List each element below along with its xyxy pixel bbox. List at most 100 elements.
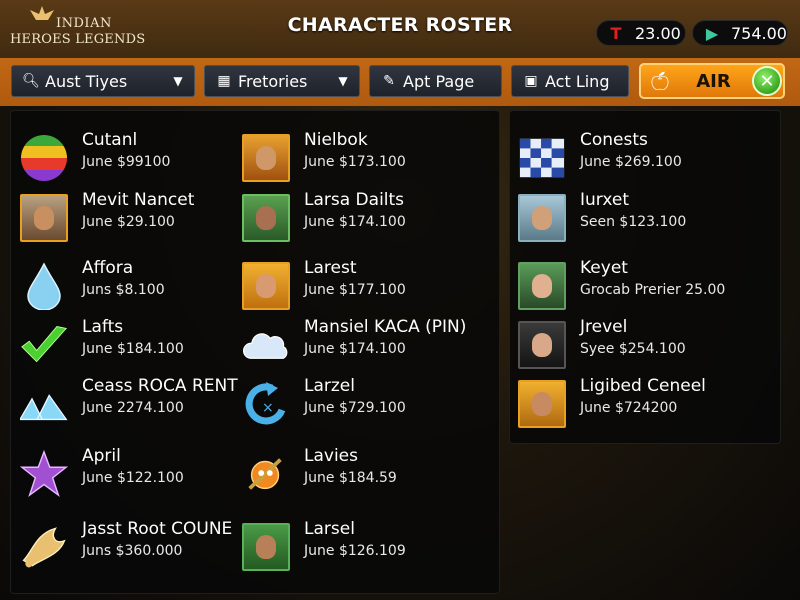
- act-ling-button[interactable]: ▣ Act Ling: [511, 65, 629, 97]
- hero-portrait: [518, 194, 566, 242]
- checkmark-icon: [20, 321, 68, 369]
- character-price: June $724200: [580, 400, 678, 416]
- character-name: Lavies: [304, 446, 358, 466]
- character-price: June $126.109: [304, 543, 406, 559]
- character-name: Larsel: [304, 519, 355, 539]
- apple-icon: 🍏︎: [648, 70, 672, 92]
- character-price: June $29.100: [82, 214, 175, 230]
- character-name: Affora: [82, 258, 134, 278]
- svg-text:×: ×: [262, 400, 274, 416]
- character-price: Juns $8.100: [82, 282, 165, 298]
- character-price: June $184.100: [82, 341, 184, 357]
- character-name: Mevit Nancet: [82, 190, 195, 210]
- air-label: AIR: [696, 70, 731, 92]
- character-price: June $99100: [82, 154, 171, 170]
- hero-portrait: [518, 262, 566, 310]
- filter-label: Act Ling: [545, 71, 610, 91]
- filter-dropdown-factories[interactable]: ▦ Fretories ▼: [204, 65, 360, 97]
- currency-value: 23.00: [635, 23, 681, 43]
- currency-coins[interactable]: T 23.00: [596, 20, 686, 46]
- roster-item[interactable]: Cutanl June $99100: [20, 130, 260, 184]
- filter-label: Fretories: [238, 71, 308, 91]
- creature-icon: [242, 450, 290, 498]
- roster-item[interactable]: × Larzel June $729.100: [242, 376, 482, 430]
- character-name: Larzel: [304, 376, 355, 396]
- character-name: Jrevel: [580, 317, 628, 337]
- character-price: June $173.100: [304, 154, 406, 170]
- checkered-flag-icon: [518, 134, 566, 182]
- character-price: June $174.100: [304, 214, 406, 230]
- character-price: June $729.100: [304, 400, 406, 416]
- hero-portrait: [20, 194, 68, 242]
- character-price: June $269.100: [580, 154, 682, 170]
- roster-item[interactable]: Mansiel KACA (PIN) June $174.100: [242, 317, 482, 371]
- roster-item[interactable]: Lafts June $184.100: [20, 317, 260, 371]
- water-drop-icon: [20, 262, 68, 310]
- character-price: Seen $123.100: [580, 214, 687, 230]
- roster-item[interactable]: Jrevel Syee $254.100: [518, 317, 758, 371]
- character-price: June 2274.100: [82, 400, 184, 416]
- search-icon: 🔍︎: [22, 73, 40, 89]
- play-gem-icon: ▶: [705, 23, 719, 43]
- filter-label: Apt Page: [403, 71, 475, 91]
- character-price: June $122.100: [82, 470, 184, 486]
- roster-item[interactable]: Jasst Root COUNE Juns $360.000: [20, 519, 260, 573]
- character-name: April: [82, 446, 121, 466]
- character-price: June $174.100: [304, 341, 406, 357]
- character-price: June $184.59: [304, 470, 397, 486]
- cloud-icon: [242, 321, 290, 369]
- character-name: Ceass ROCA RENT: [82, 376, 238, 396]
- character-price: Syee $254.100: [580, 341, 686, 357]
- hero-portrait: [242, 523, 290, 571]
- character-price: Grocab Prerier 25.00: [580, 282, 726, 298]
- mountains-icon: [20, 380, 68, 428]
- roster-item[interactable]: Affora Juns $8.100: [20, 258, 260, 312]
- roster-item[interactable]: Mevit Nancet June $29.100: [20, 190, 260, 244]
- character-price: Juns $360.000: [82, 543, 183, 559]
- roster-item[interactable]: Keyet Grocab Prerier 25.00: [518, 258, 758, 312]
- hero-portrait: [518, 321, 566, 369]
- currency-value: 754.00: [731, 23, 787, 43]
- star-icon: [20, 449, 68, 498]
- hero-portrait: [242, 262, 290, 310]
- close-icon[interactable]: ✕: [752, 66, 782, 96]
- currency-gems[interactable]: ▶ 754.00: [692, 20, 788, 46]
- character-name: Jasst Root COUNE: [82, 519, 233, 539]
- character-name: Lafts: [82, 317, 124, 337]
- character-name: Larsa Dailts: [304, 190, 405, 210]
- apt-page-button[interactable]: ✎ Apt Page: [369, 65, 502, 97]
- t-coin-icon: T: [610, 23, 622, 43]
- hero-portrait: [518, 380, 566, 428]
- character-name: Conests: [580, 130, 648, 150]
- roster-item[interactable]: Ligibed Ceneel June $724200: [518, 376, 758, 430]
- roster-item[interactable]: Larest June $177.100: [242, 258, 482, 312]
- character-name: Keyet: [580, 258, 628, 278]
- refresh-arrow-icon: ×: [242, 380, 290, 428]
- pencil-icon: ✎: [383, 73, 395, 89]
- character-name: Larest: [304, 258, 357, 278]
- filter-dropdown-types[interactable]: 🔍︎ Aust Tiyes ▼: [11, 65, 195, 97]
- roster-item[interactable]: Ceass ROCA RENT June 2274.100: [20, 376, 260, 430]
- roster-item[interactable]: Larsa Dailts June $174.100: [242, 190, 482, 244]
- air-toggle-button[interactable]: 🍏︎ AIR ✕: [639, 63, 785, 99]
- roster-item[interactable]: Iurxet Seen $123.100: [518, 190, 758, 244]
- roster-item[interactable]: Lavies June $184.59: [242, 446, 482, 500]
- hero-portrait: [242, 134, 290, 182]
- roster-item[interactable]: Larsel June $126.109: [242, 519, 482, 573]
- roster-item[interactable]: April June $122.100: [20, 446, 260, 500]
- character-price: June $177.100: [304, 282, 406, 298]
- character-name: Iurxet: [580, 190, 629, 210]
- filter-label: Aust Tiyes: [45, 71, 128, 91]
- character-name: Mansiel KACA (PIN): [304, 317, 467, 337]
- chevron-down-icon: ▼: [173, 74, 183, 88]
- list-box-icon: ▣: [524, 73, 538, 89]
- hero-portrait: [242, 194, 290, 242]
- roster-item[interactable]: Nielbok June $173.100: [242, 130, 482, 184]
- rainbow-orb-icon: [20, 134, 68, 182]
- roster-item[interactable]: Conests June $269.100: [518, 130, 758, 184]
- character-name: Cutanl: [82, 130, 138, 150]
- character-name: Nielbok: [304, 130, 368, 150]
- character-name: Ligibed Ceneel: [580, 376, 706, 396]
- chevron-down-icon: ▼: [338, 74, 348, 88]
- golden-claw-icon: [20, 523, 68, 571]
